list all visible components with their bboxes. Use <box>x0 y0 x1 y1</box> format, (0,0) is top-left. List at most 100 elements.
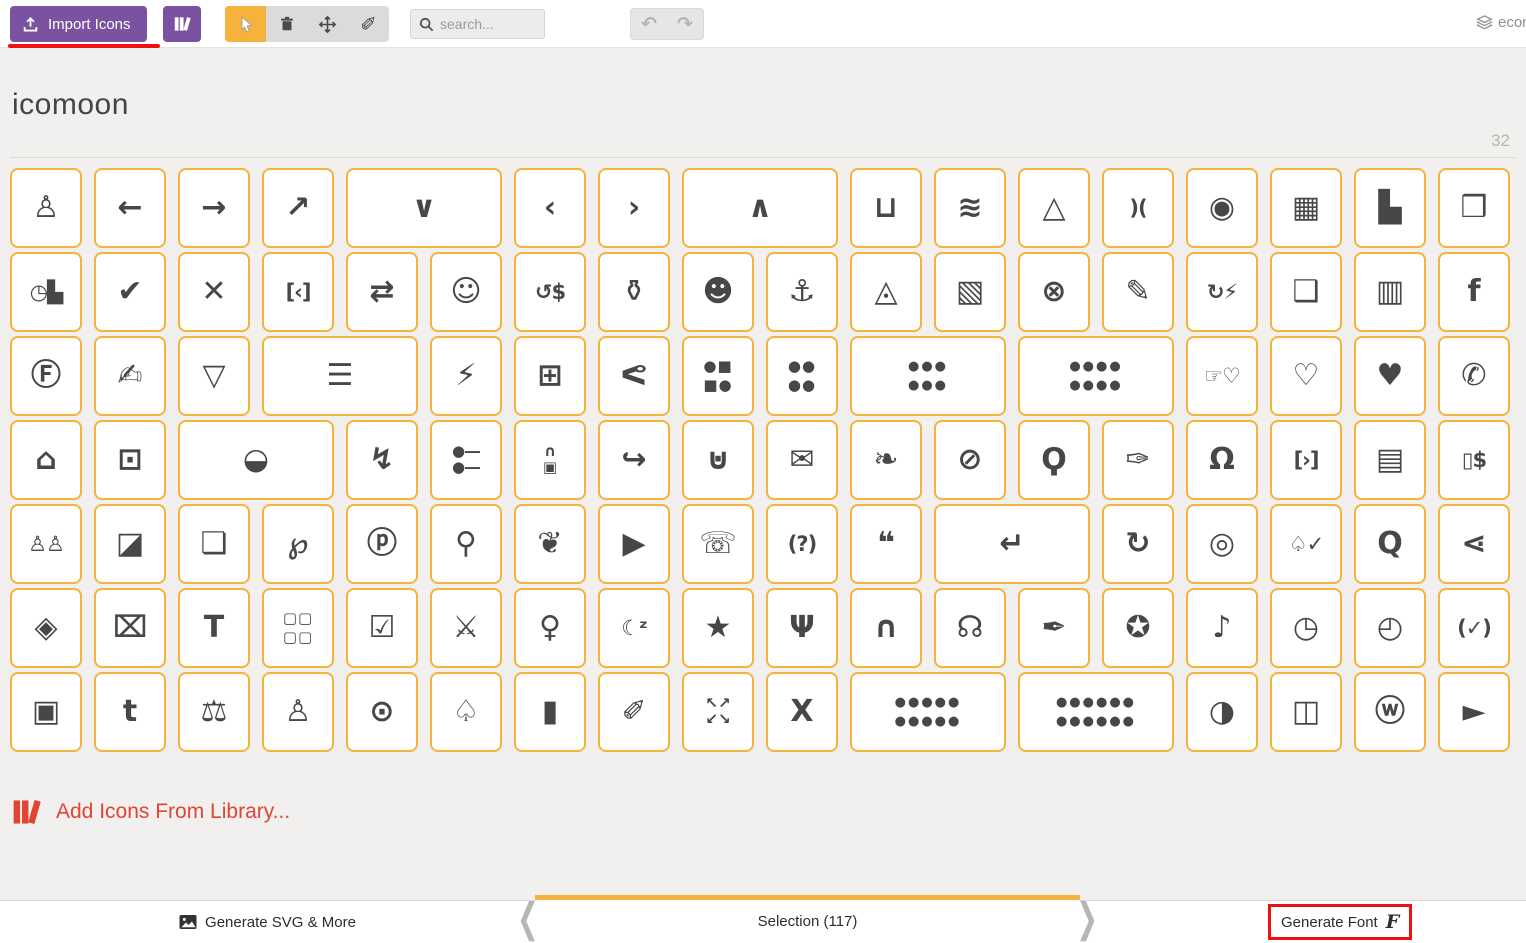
icon-cell-search[interactable]: Q <box>1354 504 1426 584</box>
icon-cell-arrow-right[interactable]: → <box>178 168 250 248</box>
icon-cell-moon-sleep[interactable]: ☾ᶻ <box>598 588 670 668</box>
icon-cell-star[interactable]: ★ <box>682 588 754 668</box>
icon-cell-youtube[interactable]: ► <box>1438 672 1510 752</box>
icon-cell-location-pin[interactable]: ⚲ <box>430 504 502 584</box>
icon-cell-leaves[interactable]: ❦ <box>514 504 586 584</box>
icon-cell-smiley-tongue[interactable]: ☻ <box>682 252 754 332</box>
icon-cell-twitter[interactable]: t <box>94 672 166 752</box>
generate-svg-tab[interactable]: Generate SVG & More <box>0 901 535 943</box>
undo-button[interactable]: ↶ <box>631 9 667 39</box>
icon-cell-slim-waist[interactable]: )( <box>1102 168 1174 248</box>
icon-cell-ban[interactable]: ⊘ <box>934 420 1006 500</box>
delete-tool-button[interactable] <box>266 6 307 42</box>
generate-font-tab[interactable]: Generate Font F <box>1281 911 1399 933</box>
icon-cell-play[interactable]: ▶ <box>598 504 670 584</box>
icon-cell-arrow-left[interactable]: ← <box>94 168 166 248</box>
icon-cell-eye[interactable]: ⊙ <box>346 672 418 752</box>
icon-cell-table-rows[interactable]: ▤ <box>1354 420 1426 500</box>
icon-cell-cube[interactable]: ◈ <box>10 588 82 668</box>
icon-cell-close[interactable]: ✕ <box>178 252 250 332</box>
icon-cell-chevron-left[interactable]: ‹ <box>514 168 586 248</box>
icon-cell-tumble-dry[interactable]: ▣ <box>10 672 82 752</box>
icon-cell-shield[interactable]: ♤ <box>430 672 502 752</box>
icon-cell-certificate[interactable]: ❑ <box>1270 252 1342 332</box>
icon-cell-checkmark[interactable]: ✔ <box>94 252 166 332</box>
icon-cell-note-pen[interactable]: ✐ <box>598 672 670 752</box>
icon-cell-pinterest-circle[interactable]: ⓟ <box>346 504 418 584</box>
icon-cell-hexagon-3d[interactable]: ◑ <box>1186 672 1258 752</box>
icon-cell-funnel[interactable]: ▽ <box>178 336 250 416</box>
icon-cell-play-circle[interactable]: ◉ <box>1186 168 1258 248</box>
icon-cell-headphones[interactable]: ∩ <box>850 588 922 668</box>
icon-cell-shopping-bag[interactable]: ⊔ <box>850 168 922 248</box>
icon-cell-return-arrow[interactable]: ↵ <box>934 504 1090 584</box>
icon-cell-no-pillow[interactable]: ⌧ <box>94 588 166 668</box>
icon-cell-delivery-time[interactable]: ◷▙ <box>10 252 82 332</box>
edit-tool-button[interactable]: ✐ <box>348 6 389 42</box>
icon-cell-stopwatch[interactable]: ◷ <box>1270 588 1342 668</box>
icon-cell-prism[interactable]: ◬ <box>850 252 922 332</box>
icon-cell-package[interactable]: ▧ <box>934 252 1006 332</box>
icon-cell-note-edit[interactable]: ✍ <box>94 336 166 416</box>
icon-cell-calendar[interactable]: ▦ <box>1270 168 1342 248</box>
icon-cell-x-twitter[interactable]: X <box>766 672 838 752</box>
icon-cell-mobile-payment[interactable]: ▯$ <box>1438 420 1510 500</box>
icon-cell-plant-pot[interactable]: Ψ <box>766 588 838 668</box>
icon-cell-bolt[interactable]: ⚡ <box>430 336 502 416</box>
icon-cell-grid-rounded[interactable]: ▢▢ ▢▢ <box>262 588 334 668</box>
import-icons-button[interactable]: Import Icons <box>10 6 147 42</box>
icon-cell-check-circle[interactable]: (✓) <box>1438 588 1510 668</box>
icon-cell-filter[interactable]: ☰ <box>262 336 418 416</box>
icon-cell-sign-out[interactable]: ↪ <box>598 420 670 500</box>
icon-cell-gift[interactable]: ⊞ <box>514 336 586 416</box>
icon-cell-bell[interactable]: Ω <box>1186 420 1258 500</box>
icon-cell-tiktok[interactable]: ♪ <box>1186 588 1258 668</box>
icon-cell-image[interactable]: ◪ <box>94 504 166 584</box>
icon-cell-shield-check[interactable]: ♤✓ <box>1270 504 1342 584</box>
icon-cell-muscle-arm[interactable]: ᕙ <box>598 336 670 416</box>
icon-cell-money-back[interactable]: ↺$ <box>514 252 586 332</box>
icon-cell-pinterest[interactable]: ℘ <box>262 504 334 584</box>
redo-button[interactable]: ↷ <box>667 9 703 39</box>
icon-cell-no-tumble-dry[interactable]: ⊗ <box>1018 252 1090 332</box>
icon-cell-no-bleach[interactable]: △ <box>1018 168 1090 248</box>
icon-cell-quote[interactable]: ❝ <box>850 504 922 584</box>
icon-cell-clock[interactable]: ◴ <box>1354 588 1426 668</box>
icon-cell-whatsapp[interactable]: ⓦ <box>1354 672 1426 752</box>
icon-cell-help-circle[interactable]: (?) <box>766 504 838 584</box>
icon-cell-feather[interactable]: ✒ <box>1018 588 1090 668</box>
icon-cell-dots-2x2[interactable]: ●● ●● <box>766 336 838 416</box>
icon-cell-share[interactable]: ⋖ <box>1438 504 1510 584</box>
icon-cell-support-24-7[interactable]: ✆ <box>1438 336 1510 416</box>
icon-cell-instagram[interactable]: ⊡ <box>94 420 166 500</box>
icon-cell-heart-outline[interactable]: ♡ <box>1270 336 1342 416</box>
icon-cell-leaf[interactable]: ❧ <box>850 420 922 500</box>
icon-cell-expand[interactable]: ↖↗ ↙↘ <box>682 672 754 752</box>
icon-cell-skincare[interactable]: ♀ <box>514 588 586 668</box>
icon-cell-tshirt[interactable]: T <box>178 588 250 668</box>
icon-cell-chevron-right[interactable]: › <box>598 168 670 248</box>
icon-cell-grid-mixed[interactable]: ●■ ■● <box>682 336 754 416</box>
icon-cell-wash-basin[interactable]: ⊍ <box>682 420 754 500</box>
icon-cell-smiley[interactable]: ☺ <box>430 252 502 332</box>
icon-cell-trash[interactable]: ⚱ <box>598 252 670 332</box>
icon-cell-search-remove[interactable]: Ϙ <box>1018 420 1090 500</box>
icon-cell-chevron-down[interactable]: ∨ <box>346 168 502 248</box>
icon-cell-energy-refresh[interactable]: ↻⚡ <box>1186 252 1258 332</box>
icon-cell-mail[interactable]: ✉ <box>766 420 838 500</box>
icon-cell-package-sync[interactable]: ↻ <box>1102 504 1174 584</box>
icon-library-button[interactable] <box>163 6 201 42</box>
select-tool-button[interactable] <box>225 6 266 42</box>
icon-cell-ship[interactable]: ⚓ <box>766 252 838 332</box>
icon-cell-supplement-jar[interactable]: ▮ <box>514 672 586 752</box>
icon-cell-brochure[interactable]: ▥ <box>1354 252 1426 332</box>
icon-cell-people-group[interactable]: ♙♙ <box>10 504 82 584</box>
icon-cell-lock[interactable]: ∩ ▣ <box>514 420 586 500</box>
icon-cell-home[interactable]: ⌂ <box>10 420 82 500</box>
icon-cell-panel-expand-right[interactable]: [›] <box>1270 420 1342 500</box>
icon-cell-chevron-up[interactable]: ∧ <box>682 168 838 248</box>
icon-cell-facebook-circle[interactable]: Ⓕ <box>10 336 82 416</box>
icon-cell-phone-clock[interactable]: ☏ <box>682 504 754 584</box>
icon-cell-heart[interactable]: ♥ <box>1354 336 1426 416</box>
icon-cell-gift-card[interactable]: ❒ <box>1438 168 1510 248</box>
